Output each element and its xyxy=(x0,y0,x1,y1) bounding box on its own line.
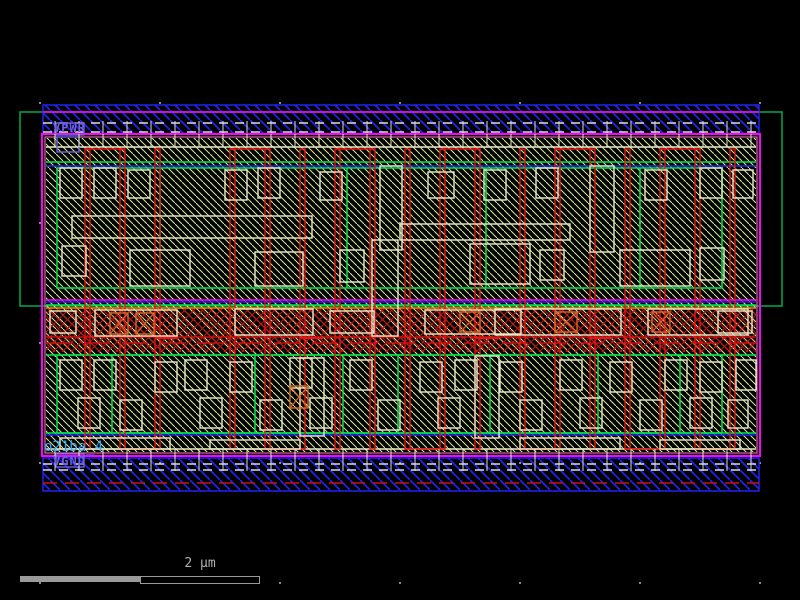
substrate-hatch-rect xyxy=(46,138,756,452)
scale-value-label: 2 µm xyxy=(140,557,260,570)
grid-dot xyxy=(639,102,641,104)
vpwr-rail-rect xyxy=(43,105,759,134)
vgnd-pin-label: VGND xyxy=(53,455,86,467)
grid-dot xyxy=(519,102,521,104)
grid-dot xyxy=(39,222,41,224)
grid-dot xyxy=(399,102,401,104)
scale-bar-hollow-segment xyxy=(140,576,260,584)
grid-dot xyxy=(39,582,41,584)
grid-dot xyxy=(279,582,281,584)
grid-dot xyxy=(399,582,401,584)
grid-dot xyxy=(519,582,521,584)
layout-canvas[interactable] xyxy=(0,0,800,600)
grid-dot xyxy=(279,102,281,104)
grid-dot xyxy=(639,582,641,584)
substrate-hatch xyxy=(46,138,756,452)
grid-dot xyxy=(759,102,761,104)
grid-dot xyxy=(159,102,161,104)
grid-dot xyxy=(759,582,761,584)
scale-bar-solid-segment xyxy=(20,576,140,582)
grid-dot xyxy=(39,342,41,344)
layout-viewer-window: VPWR o21ba_4 VGND 2 µm xyxy=(0,0,800,600)
vpwr-pin-label: VPWR xyxy=(53,122,86,134)
grid-dot xyxy=(39,102,41,104)
cell-name-label: o21ba_4 xyxy=(44,440,103,454)
grid-dot xyxy=(39,462,41,464)
vgnd-rail-rect xyxy=(43,458,759,491)
